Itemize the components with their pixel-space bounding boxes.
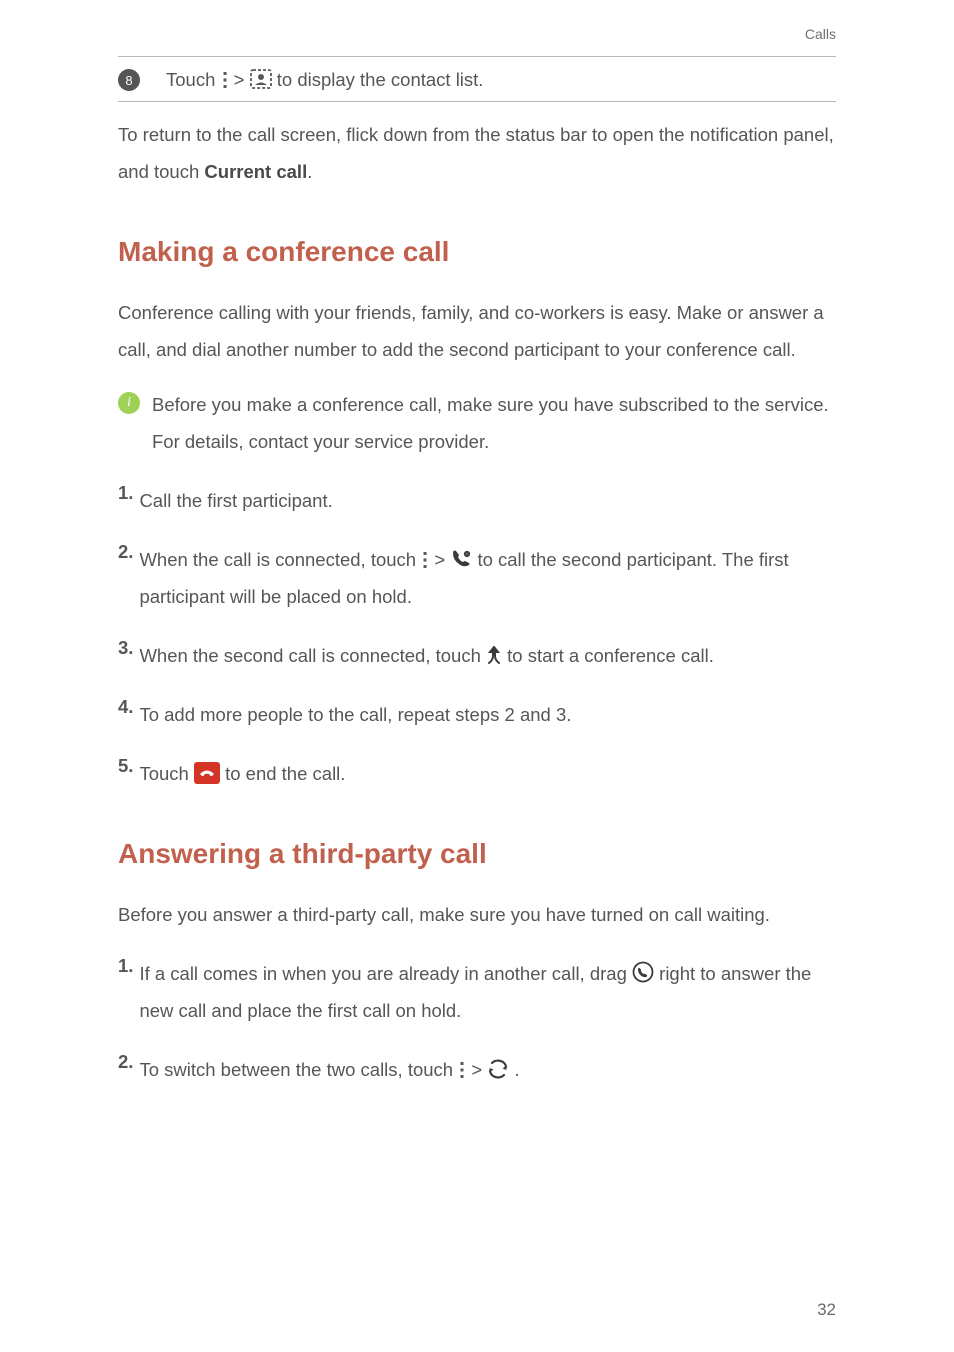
text: To return to the call screen, flick down… — [118, 124, 690, 145]
page-number: 32 — [817, 1300, 836, 1320]
info-text: Before you make a conference call, make … — [152, 386, 836, 460]
step-number: 1. — [118, 955, 133, 1029]
conference-intro: Conference calling with your friends, fa… — [118, 294, 836, 368]
text: to start a conference call. — [507, 645, 714, 666]
merge-calls-icon — [486, 645, 502, 665]
text: > — [471, 1059, 487, 1080]
step-number: 4. — [118, 696, 133, 733]
step-number: 2. — [118, 541, 133, 615]
text: . — [514, 1059, 519, 1080]
answer-ring-icon — [632, 961, 654, 983]
add-call-icon — [450, 549, 472, 569]
current-call-label: Current call — [204, 161, 307, 182]
step-text: Touch to end the call. — [139, 755, 836, 792]
page-content: 8 Touch > to display the contact list. T… — [0, 0, 954, 1088]
kebab-menu-icon — [221, 71, 229, 89]
return-paragraph: To return to the call screen, flick down… — [118, 116, 836, 190]
end-call-icon — [194, 762, 220, 784]
text: . — [307, 161, 312, 182]
kebab-menu-icon — [421, 551, 429, 569]
text: > — [434, 549, 450, 570]
tp-step-2: 2. To switch between the two calls, touc… — [118, 1051, 836, 1088]
step-text: If a call comes in when you are already … — [139, 955, 836, 1029]
swap-calls-icon — [487, 1059, 509, 1079]
step-3: 3. When the second call is connected, to… — [118, 637, 836, 674]
step-2: 2. When the call is connected, touch > t… — [118, 541, 836, 615]
step-4: 4. To add more people to the call, repea… — [118, 696, 836, 733]
step-number: 3. — [118, 637, 133, 674]
heading-third-party: Answering a third-party call — [118, 838, 836, 870]
divider — [118, 101, 836, 102]
step-text: To switch between the two calls, touch >… — [139, 1051, 836, 1088]
step-number: 5. — [118, 755, 133, 792]
step-text: When the second call is connected, touch… — [139, 637, 836, 674]
info-callout: i Before you make a conference call, mak… — [118, 386, 836, 460]
text: to end the call. — [225, 763, 345, 784]
divider — [118, 56, 836, 57]
step-text: Call the first participant. — [139, 482, 836, 519]
info-icon: i — [118, 392, 140, 414]
step-number: 2. — [118, 1051, 133, 1088]
step-badge-8: 8 — [118, 69, 140, 91]
text: Touch — [139, 763, 194, 784]
heading-conference-call: Making a conference call — [118, 236, 836, 268]
text: When the call is connected, touch — [139, 549, 421, 570]
section-header: Calls — [805, 26, 836, 42]
text: to display the contact list. — [277, 69, 484, 90]
text: If a call comes in when you are already … — [139, 963, 632, 984]
step-number: 1. — [118, 482, 133, 519]
step-text: When the call is connected, touch > to c… — [139, 541, 836, 615]
tp-step-1: 1. If a call comes in when you are alrea… — [118, 955, 836, 1029]
step-1: 1. Call the first participant. — [118, 482, 836, 519]
contact-card-icon — [250, 69, 272, 89]
item-8-row: 8 Touch > to display the contact list. — [118, 65, 836, 93]
step-5: 5. Touch to end the call. — [118, 755, 836, 792]
text: To switch between the two calls, touch — [139, 1059, 458, 1080]
kebab-menu-icon — [458, 1061, 466, 1079]
text: When the second call is connected, touch — [139, 645, 486, 666]
third-party-intro: Before you answer a third-party call, ma… — [118, 896, 836, 933]
text: Touch — [166, 69, 221, 90]
step-text: To add more people to the call, repeat s… — [139, 696, 836, 733]
item-8-text: Touch > to display the contact list. — [166, 69, 483, 91]
text: > — [234, 69, 250, 90]
